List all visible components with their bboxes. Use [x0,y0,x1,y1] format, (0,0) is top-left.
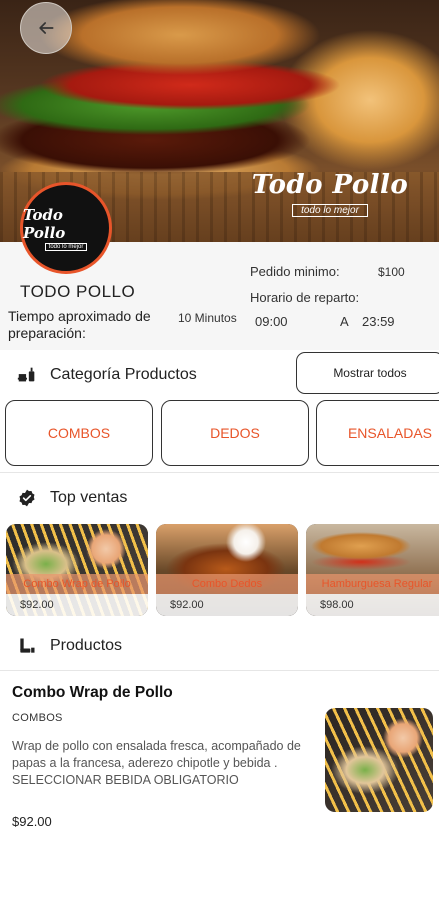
top-sales-list: Combo Wrap de Pollo $92.00 Combo Dedos $… [0,524,439,616]
category-dedos-button[interactable]: DEDOS [161,400,309,466]
top-sales-header: Top ventas [0,476,439,520]
top-sales-title: Top ventas [50,489,128,506]
product-image[interactable] [325,708,433,812]
section-divider [0,472,439,473]
top-sale-price: $98.00 [306,594,439,616]
watermark-subtitle: todo lo mejor [292,204,368,217]
top-sale-price: $92.00 [156,594,298,616]
product-name: Combo Wrap de Pollo [12,684,173,701]
product-description: Wrap de pollo con ensalada fresca, acomp… [12,739,301,787]
delivery-hours-label: Horario de reparto: [250,290,360,305]
top-sale-card[interactable]: Combo Wrap de Pollo $92.00 [6,524,148,616]
product-price: $92.00 [12,814,52,828]
top-sale-name: Combo Wrap de Pollo [6,574,148,594]
arrow-left-icon [39,22,54,34]
prep-time-label: Tiempo aproximado de preparación: [8,308,151,341]
top-sale-card[interactable]: Hamburguesa Regular $98.00 [306,524,439,616]
category-combos-button[interactable]: COMBOS [5,400,153,466]
top-sale-name: Combo Dedos [156,574,298,594]
categories-title: Categoría Productos [50,366,197,383]
watermark-title: Todo Pollo [251,170,409,200]
delivery-hours-open: 09:00 [255,314,288,329]
logo-title: Todo Pollo [23,205,66,242]
logo-subtitle: todo lo mejor [44,242,88,251]
delivery-hours-separator: A [340,314,349,329]
top-sale-price: $92.00 [6,594,148,616]
min-order-value: $100 [378,265,405,279]
store-logo: Todo Pollo todo lo mejor [20,182,112,274]
section-divider [0,670,439,671]
brand-watermark: Todo Pollo todo lo mejor [245,170,415,218]
top-sale-card[interactable]: Combo Dedos $92.00 [156,524,298,616]
food-drink-icon [14,362,40,388]
product-category: COMBOS [12,712,63,724]
verified-badge-icon [14,485,40,511]
products-header: Productos [0,624,439,668]
min-order-label: Pedido minimo: [250,264,340,279]
category-list: COMBOS DEDOS ENSALADAS [0,398,439,468]
show-all-button[interactable]: Mostrar todos [296,352,439,394]
top-sale-name: Hamburguesa Regular [306,574,439,594]
products-icon [14,633,40,659]
back-button[interactable] [20,2,72,54]
products-title: Productos [50,637,123,654]
store-name: TODO POLLO [20,282,136,301]
delivery-hours-close: 23:59 [362,314,395,329]
prep-time-value: 10 Minutos [178,311,237,325]
category-ensaladas-button[interactable]: ENSALADAS [316,400,439,466]
